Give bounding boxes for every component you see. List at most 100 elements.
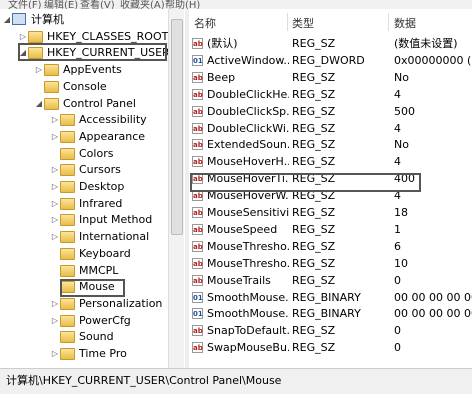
collapse-arrow-icon[interactable]: ◢: [34, 95, 44, 112]
value-name: (默认): [207, 37, 238, 50]
menu-item[interactable]: 收藏夹(A): [120, 0, 165, 9]
value-data: 00 00 00 00 00 00: [394, 290, 472, 304]
tree-item-label: Time Pro: [79, 347, 127, 360]
column-header-name[interactable]: 名称: [194, 15, 216, 31]
tree-item[interactable]: ▷ PowerCfg: [0, 312, 168, 329]
menu-item[interactable]: 查看(V): [80, 0, 115, 9]
folder-icon: [60, 181, 75, 193]
folder-icon: [44, 64, 59, 77]
value-row[interactable]: ab ExtendedSoun... REG_SZ No: [189, 136, 472, 153]
value-row[interactable]: ab MouseSpeed REG_SZ 1: [189, 221, 472, 238]
tree-scrollbar[interactable]: [168, 9, 184, 368]
computer-icon: [12, 13, 26, 25]
value-type: REG_SZ: [292, 104, 336, 118]
expand-arrow-icon[interactable]: [50, 262, 60, 279]
string-value-icon: ab: [192, 240, 203, 252]
expand-arrow-icon[interactable]: ▷: [50, 195, 60, 212]
expand-arrow-icon[interactable]: [50, 145, 60, 162]
value-data: 0: [394, 273, 401, 287]
tree-item[interactable]: Colors: [0, 145, 168, 162]
value-row[interactable]: ab MouseSensitivityREG_SZ 18: [189, 204, 472, 221]
tree-item[interactable]: ▷ Time Pro: [0, 345, 168, 362]
value-row[interactable]: ab SnapToDefault... REG_SZ 0: [189, 322, 472, 339]
expand-arrow-icon[interactable]: ▷: [50, 161, 60, 178]
value-name: MouseThresho...: [207, 239, 289, 253]
string-value-icon: ab: [192, 325, 203, 337]
tree-item[interactable]: ▷ Desktop: [0, 178, 168, 195]
expand-arrow-icon[interactable]: [34, 78, 44, 95]
tree-item[interactable]: ▷ Cursors: [0, 161, 168, 178]
tree-item-label: Appearance: [79, 129, 146, 143]
menu-item[interactable]: 文件(F): [8, 0, 42, 9]
tree-item[interactable]: MMCPL: [0, 262, 168, 279]
expand-arrow-icon[interactable]: ▷: [50, 211, 60, 228]
expand-arrow-icon[interactable]: ▷: [50, 295, 60, 312]
tree-item[interactable]: ◢ Control Panel: [0, 95, 168, 112]
value-data: No: [394, 70, 409, 84]
value-row[interactable]: ab DoubleClickSp... REG_SZ 500: [189, 103, 472, 120]
column-separator[interactable]: [388, 13, 389, 31]
expand-arrow-icon[interactable]: ▷: [50, 128, 60, 145]
expand-arrow-icon[interactable]: ▷: [50, 228, 60, 245]
menu-item[interactable]: 编辑(E): [44, 0, 78, 9]
value-row[interactable]: ab MouseThresho... REG_SZ 10: [189, 255, 472, 272]
tree-item[interactable]: Console: [0, 78, 168, 95]
value-name: ExtendedSoun...: [207, 138, 289, 152]
string-value-icon: ab: [192, 38, 203, 49]
value-row[interactable]: ab Beep REG_SZ No: [189, 69, 472, 86]
tree-item-label: Desktop: [79, 180, 125, 193]
tree-item[interactable]: ◢ 计算机: [0, 11, 168, 28]
value-row[interactable]: 01 SmoothMouse...REG_BINARY 00 00 00 00 00…: [189, 289, 472, 306]
expand-arrow-icon[interactable]: ▷: [34, 61, 44, 78]
value-row[interactable]: ab SwapMouseBu... REG_SZ 0: [189, 339, 472, 356]
collapse-arrow-icon[interactable]: ◢: [2, 11, 12, 28]
expand-arrow-icon[interactable]: ▷: [50, 312, 60, 329]
value-data: 0: [394, 341, 401, 355]
value-row[interactable]: ab MouseHoverH... REG_SZ 4: [189, 153, 472, 170]
folder-icon: [60, 348, 75, 360]
value-data: 4: [394, 155, 401, 169]
binary-value-icon: 01: [192, 54, 203, 66]
value-row[interactable]: 01 SmoothMouse...REG_BINARY 00 00 00 00 00…: [189, 305, 472, 322]
expand-arrow-icon[interactable]: [50, 245, 60, 262]
tree-item[interactable]: ▷ Input Method: [0, 211, 168, 228]
folder-icon: [60, 114, 75, 127]
tree-item[interactable]: ▷ International: [0, 228, 168, 245]
expand-arrow-icon[interactable]: ▷: [50, 178, 60, 195]
folder-icon: [60, 297, 75, 310]
folder-icon: [28, 30, 43, 43]
tree-item[interactable]: Sound: [0, 328, 168, 345]
value-data: 4: [394, 121, 401, 135]
column-separator[interactable]: [287, 13, 288, 31]
expand-arrow-icon[interactable]: ▷: [50, 111, 60, 128]
string-value-icon: ab: [192, 156, 203, 168]
folder-icon: [60, 331, 75, 344]
tree-item[interactable]: Keyboard: [0, 245, 168, 262]
value-row[interactable]: ab MouseTrails REG_SZ 0: [189, 272, 472, 289]
tree-item[interactable]: ▷ AppEvents: [0, 61, 168, 78]
value-row[interactable]: ab DoubleClickWi... REG_SZ 4: [189, 120, 472, 137]
tree-item-label: Control Panel: [63, 96, 136, 110]
value-name: MouseSpeed: [207, 222, 278, 236]
expand-arrow-icon[interactable]: [50, 328, 60, 345]
value-name: DoubleClickHe...: [207, 87, 289, 101]
tree-item[interactable]: ▷ Infrared: [0, 195, 168, 212]
expand-arrow-icon[interactable]: [50, 278, 60, 295]
folder-icon: [60, 264, 75, 277]
value-row[interactable]: ab DoubleClickHe... REG_SZ 4: [189, 86, 472, 103]
column-header-type[interactable]: 类型: [292, 15, 314, 31]
value-row[interactable]: 01 ActiveWindow...REG_DWORD 0x00000000 (0): [189, 52, 472, 69]
tree-item[interactable]: ▷ Personalization: [0, 295, 168, 312]
column-header-data[interactable]: 数据: [394, 15, 416, 31]
selected-key-outline: [60, 279, 125, 297]
tree-item[interactable]: ▷ Accessibility: [0, 111, 168, 128]
tree-scroll-thumb[interactable]: [171, 19, 183, 235]
value-row[interactable]: ab (默认) REG_SZ (数值未设置): [189, 35, 472, 52]
folder-icon: [44, 97, 59, 110]
menu-item[interactable]: 帮助(H): [165, 0, 200, 9]
menu-bar: 文件(F) 编辑(E) 查看(V) 收藏夹(A) 帮助(H): [0, 0, 472, 9]
value-row[interactable]: ab MouseThresho... REG_SZ 6: [189, 238, 472, 255]
tree-item[interactable]: ▷ Appearance: [0, 128, 168, 145]
status-bar: 计算机\HKEY_CURRENT_USER\Control Panel\Mous…: [0, 368, 472, 394]
expand-arrow-icon[interactable]: ▷: [50, 345, 60, 362]
